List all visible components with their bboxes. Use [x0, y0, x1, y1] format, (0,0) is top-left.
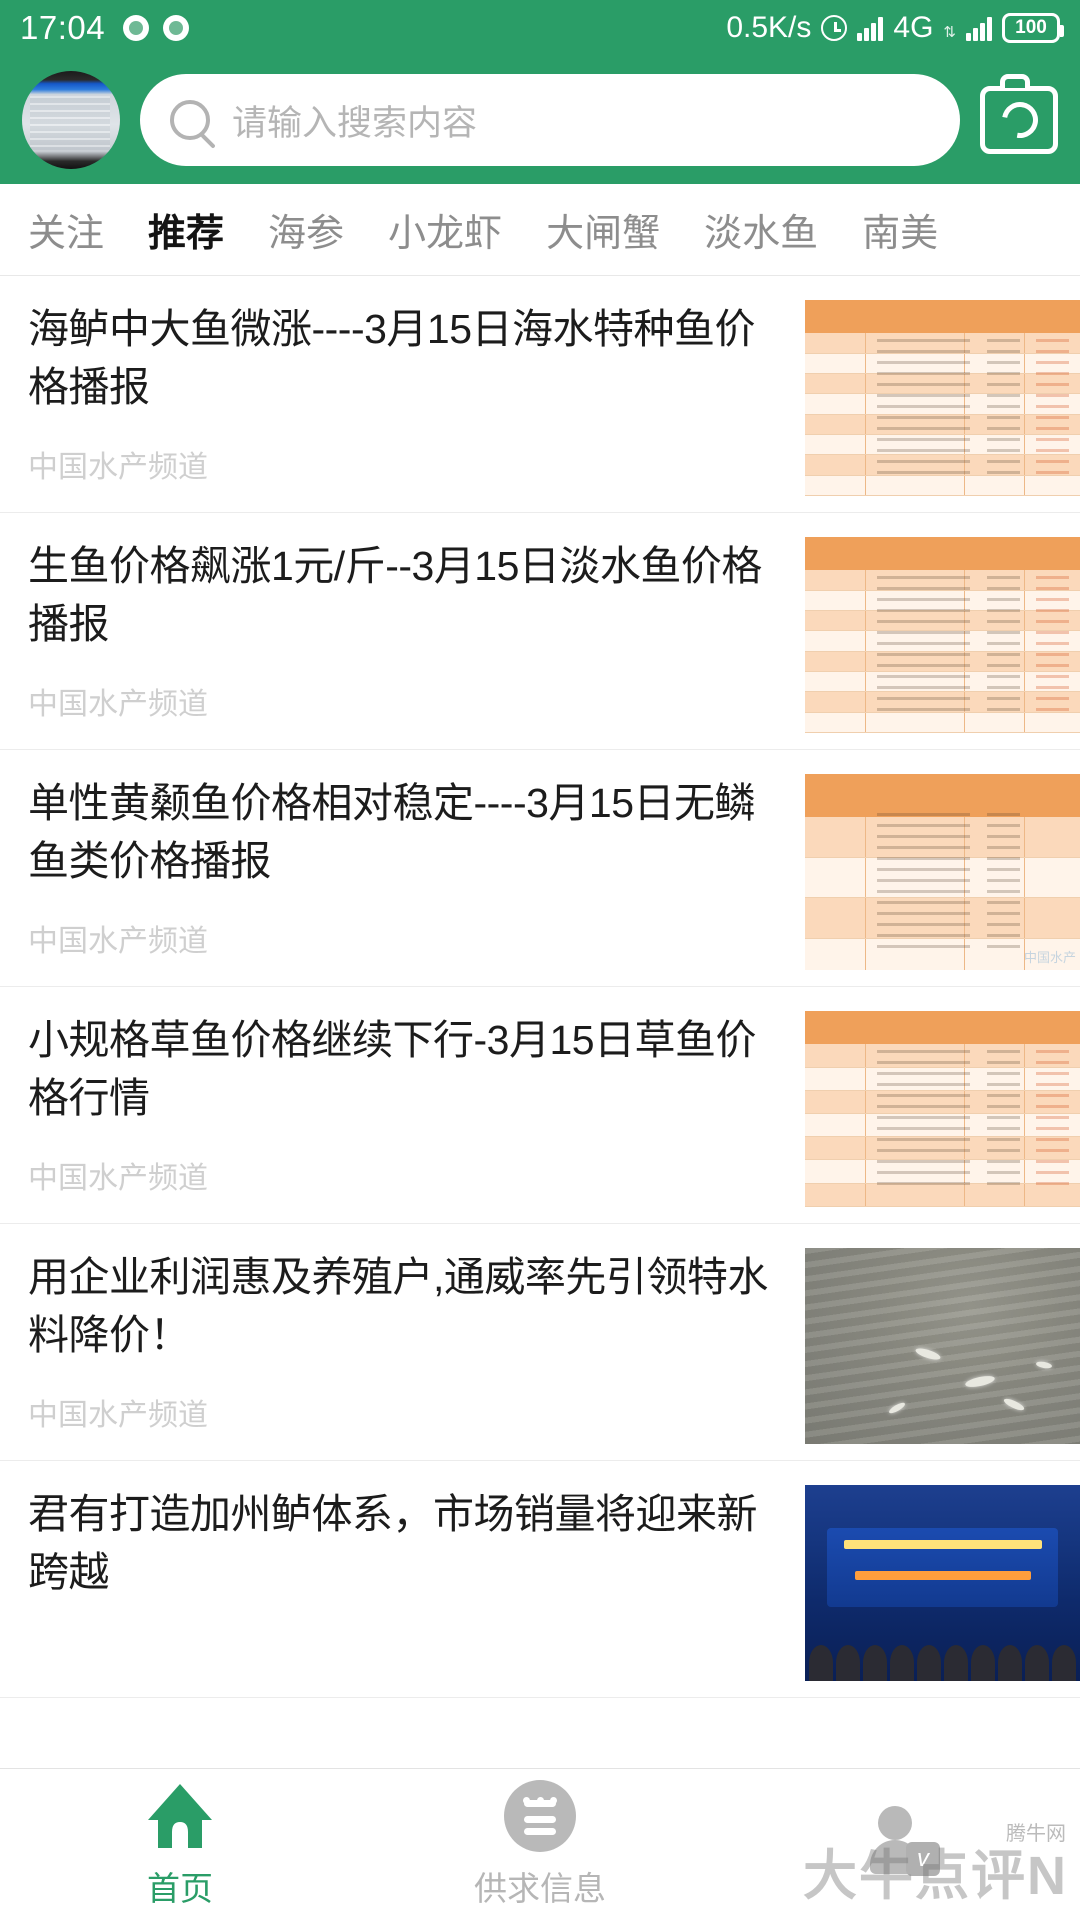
list-item[interactable]: 小规格草鱼价格继续下行-3月15日草鱼价格行情 中国水产频道: [0, 987, 1080, 1224]
article-source: 中国水产频道: [28, 925, 208, 959]
article-thumbnail: [805, 1011, 1080, 1207]
price-table-image: [805, 1011, 1080, 1207]
page-watermark-sub: 腾牛网: [1006, 1823, 1066, 1845]
status-time: 17:04: [20, 9, 106, 46]
notification-dot: [123, 15, 150, 41]
list-item[interactable]: 生鱼价格飙涨1元/斤--3月15日淡水鱼价格播报 中国水产频道: [0, 513, 1080, 750]
article-title: 生鱼价格飙涨1元/斤--3月15日淡水鱼价格播报: [28, 543, 762, 648]
article-thumbnail: [805, 300, 1080, 496]
article-title: 用企业利润惠及养殖户,通威率先引领特水料降价！: [28, 1254, 768, 1359]
article-thumbnail: [805, 1248, 1080, 1444]
nav-item-home[interactable]: 首页: [0, 1780, 360, 1910]
tab-nanmei[interactable]: 南美: [862, 202, 938, 257]
info-circle-icon: [504, 1779, 576, 1852]
avatar[interactable]: [22, 71, 120, 169]
home-icon: [144, 1780, 216, 1852]
article-title: 君有打造加州鲈体系，市场销量将迎来新跨越: [28, 1491, 758, 1596]
pond-photo: [805, 1248, 1080, 1444]
status-right-group: 0.5K/s 4G ⇅ 100: [726, 11, 1064, 45]
list-item[interactable]: 用企业利润惠及养殖户,通威率先引领特水料降价！ 中国水产频道: [0, 1224, 1080, 1461]
article-thumbnail: 中国水产: [805, 774, 1080, 970]
thumbnail-watermark: 中国水产: [1023, 950, 1076, 965]
network-speed: 0.5K/s: [726, 11, 812, 44]
article-text-block: 生鱼价格飙涨1元/斤--3月15日淡水鱼价格播报 中国水产频道: [0, 537, 805, 723]
list-item[interactable]: 海鲈中大鱼微涨----3月15日海水特种鱼价格播报 中国水产频道: [0, 276, 1080, 513]
article-title: 小规格草鱼价格继续下行-3月15日草鱼价格行情: [28, 1017, 757, 1122]
nav-label-home: 首页: [147, 1869, 213, 1907]
article-title: 海鲈中大鱼微涨----3月15日海水特种鱼价格播报: [28, 306, 756, 411]
article-source: 中国水产频道: [28, 451, 208, 485]
article-text-block: 单性黄颡鱼价格相对稳定----3月15日无鳞鱼类价格播报 中国水产频道: [0, 774, 805, 960]
article-list: 海鲈中大鱼微涨----3月15日海水特种鱼价格播报 中国水产频道 生鱼价格飙涨1…: [0, 276, 1080, 1768]
article-thumbnail: [805, 537, 1080, 733]
tab-xiaolongxia[interactable]: 小龙虾: [388, 202, 502, 257]
data-arrows-icon: ⇅: [943, 24, 956, 41]
search-input[interactable]: 请输入搜索内容: [140, 74, 960, 166]
app-header: 请输入搜索内容: [0, 56, 1080, 184]
camera-icon[interactable]: [980, 74, 1058, 154]
network-type: 4G: [893, 11, 934, 44]
battery-indicator: 100: [1002, 13, 1064, 43]
signal-bars-icon-2: [966, 15, 992, 41]
conference-stage-photo: [805, 1485, 1080, 1681]
article-source: 中国水产频道: [28, 1162, 208, 1196]
article-text-block: 小规格草鱼价格继续下行-3月15日草鱼价格行情 中国水产频道: [0, 1011, 805, 1197]
tab-guanzhu[interactable]: 关注: [28, 202, 104, 257]
signal-bars-icon: [857, 15, 884, 41]
article-text-block: 君有打造加州鲈体系，市场销量将迎来新跨越: [0, 1485, 805, 1601]
article-title: 单性黄颡鱼价格相对稳定----3月15日无鳞鱼类价格播报: [28, 780, 756, 885]
notification-dot: [163, 15, 190, 41]
app-root: 17:04 0.5K/s 4G ⇅ 100 请输入搜索内容 关注 推荐 海参 小…: [0, 0, 1080, 1920]
status-notification-dots: [123, 15, 190, 41]
nav-label-supply-demand: 供求信息: [474, 1869, 606, 1907]
alarm-clock-icon: [821, 15, 848, 41]
nav-item-supply-demand[interactable]: 供求信息: [360, 1779, 720, 1910]
search-placeholder: 请输入搜索内容: [232, 103, 478, 143]
price-table-image: [805, 300, 1080, 496]
article-source: 中国水产频道: [28, 1399, 208, 1433]
bottom-navigation: 首页 供求信息 v 大牛点评N 腾牛网: [0, 1768, 1080, 1920]
search-icon: [170, 100, 210, 140]
tab-haishen[interactable]: 海参: [268, 202, 344, 257]
price-table-image: [805, 537, 1080, 733]
category-tabs[interactable]: 关注 推荐 海参 小龙虾 大闸蟹 淡水鱼 南美: [0, 184, 1080, 276]
user-account-icon: v: [864, 1804, 940, 1876]
tab-dazhaxie[interactable]: 大闸蟹: [546, 202, 660, 257]
list-item[interactable]: 单性黄颡鱼价格相对稳定----3月15日无鳞鱼类价格播报 中国水产频道 中国水产: [0, 750, 1080, 987]
list-item[interactable]: 君有打造加州鲈体系，市场销量将迎来新跨越: [0, 1461, 1080, 1698]
tab-tuijian[interactable]: 推荐: [148, 202, 224, 257]
article-text-block: 用企业利润惠及养殖户,通威率先引领特水料降价！ 中国水产频道: [0, 1248, 805, 1434]
battery-level: 100: [1015, 17, 1047, 38]
tab-danshuiyu[interactable]: 淡水鱼: [704, 202, 818, 257]
article-thumbnail: [805, 1485, 1080, 1681]
article-source: 中国水产频道: [28, 688, 208, 722]
price-table-image: 中国水产: [805, 774, 1080, 970]
article-text-block: 海鲈中大鱼微涨----3月15日海水特种鱼价格播报 中国水产频道: [0, 300, 805, 486]
status-bar: 17:04 0.5K/s 4G ⇅ 100: [0, 0, 1080, 56]
